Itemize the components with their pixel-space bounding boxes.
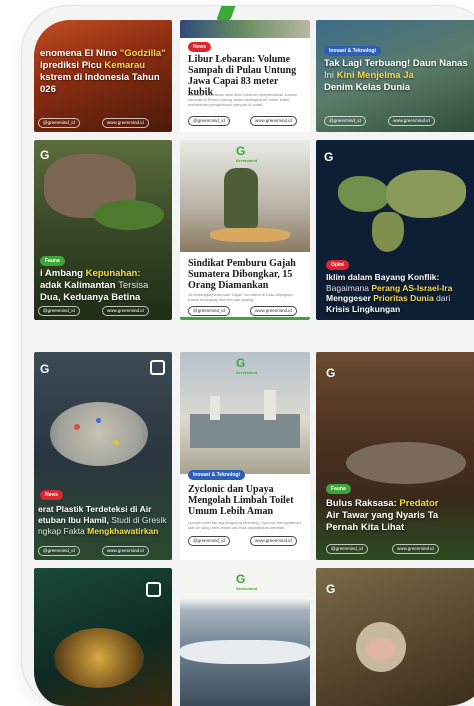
post-description: Lonjakan wisatawan saat libur Lebaran me… <box>188 92 298 107</box>
category-badge: Fauna <box>40 256 65 266</box>
logo-icon: G <box>326 366 336 380</box>
site-pill: www.greenmind.id <box>102 306 149 316</box>
post-tile-badak[interactable]: G Fauna i Ambang Kepunahan: adak Kaliman… <box>34 140 172 320</box>
post-tile-daun-nanas[interactable]: Inovasi & Teknologi Tak Lagi Terbuang! D… <box>316 20 474 132</box>
category-badge: Inovasi & Teknologi <box>188 470 245 480</box>
handle-pill: @greenmind_id <box>188 536 230 546</box>
handle-pill: @greenmind_id <box>188 306 230 316</box>
post-tile-row4-center[interactable]: G Greenmind <box>180 568 310 706</box>
carousel-icon <box>146 582 161 597</box>
post-tile-row4-right[interactable]: G <box>316 568 474 706</box>
site-pill: www.greenmind.id <box>102 118 149 128</box>
post-tile-el-nino[interactable]: enomena El Nino "Godzilla" iprediksi Pic… <box>34 20 172 132</box>
post-title: Sindikat Pemburu Gajah Sumatera Dibongka… <box>188 258 296 291</box>
site-pill: www.greenmind.id <box>388 116 435 126</box>
category-badge: Opini <box>326 260 349 270</box>
post-tile-plastik[interactable]: G News erat Plastik Terdeteksi di Air et… <box>34 352 172 560</box>
accent-mark <box>216 6 238 20</box>
site-pill: www.greenmind.id <box>102 546 149 556</box>
handle-pill: @greenmind_id <box>38 306 80 316</box>
handle-pill: @greenmind_id <box>38 546 80 556</box>
handle-pill: @greenmind_id <box>326 544 368 554</box>
post-title: Bulus Raksasa: Predator Air Tawar yang N… <box>326 498 439 533</box>
site-pill: www.greenmind.id <box>250 536 297 546</box>
category-badge: News <box>40 490 64 500</box>
post-tile-sampah[interactable]: News Libur Lebaran: Volume Sampah di Pul… <box>180 20 310 132</box>
logo-icon: G Greenmind <box>236 356 258 375</box>
post-tile-row4-left[interactable] <box>34 568 172 706</box>
logo-icon: G <box>40 148 50 162</box>
logo-icon: G <box>324 150 334 164</box>
post-title: Zyclonic dan Upaya Mengolah Limbah Toile… <box>188 484 294 517</box>
post-description: 15 tersangka perburuan Gajah Sumatera di… <box>188 292 294 302</box>
category-badge: Fauna <box>326 484 351 494</box>
site-pill: www.greenmind.id <box>392 544 439 554</box>
post-tile-bulus[interactable]: G Fauna Bulus Raksasa: Predator Air Tawa… <box>316 352 474 560</box>
post-tile-iklim-konflik[interactable]: G Opini Iklim dalam Bayang Konflik: Baga… <box>316 140 474 320</box>
logo-icon: G Greenmind <box>236 144 258 163</box>
post-tile-zyclonic[interactable]: G Greenmind Inovasi & Teknologi Zyclonic … <box>180 352 310 560</box>
handle-pill: @greenmind_id <box>324 116 366 126</box>
post-title: Tak Lagi Terbuang! Daun Nanas Ini Kini M… <box>324 58 468 93</box>
carousel-icon <box>150 360 165 375</box>
post-tile-gajah[interactable]: G Greenmind Sindikat Pemburu Gajah Sumate… <box>180 140 310 320</box>
phone-frame: enomena El Nino "Godzilla" iprediksi Pic… <box>22 6 474 706</box>
post-title: i Ambang Kepunahan: adak Kalimantan Ters… <box>40 268 149 303</box>
logo-icon: G <box>40 362 50 376</box>
handle-pill: @greenmind_id <box>38 118 80 128</box>
post-description: Limbah toilet tak lagi langsung terbuang… <box>188 520 301 530</box>
post-grid: enomena El Nino "Godzilla" iprediksi Pic… <box>34 20 474 706</box>
logo-icon: G Greenmind <box>236 572 258 591</box>
post-title: enomena El Nino "Godzilla" iprediksi Pic… <box>40 48 166 95</box>
site-pill: www.greenmind.id <box>250 306 297 316</box>
post-title: erat Plastik Terdeteksi di Air etuban Ib… <box>38 504 167 536</box>
post-title: Iklim dalam Bayang Konflik: Bagaimana Pe… <box>326 272 453 314</box>
logo-icon: G <box>326 582 336 596</box>
category-badge: News <box>188 42 212 52</box>
site-pill: www.greenmind.id <box>250 116 297 126</box>
category-badge: Inovasi & Teknologi <box>324 46 381 56</box>
handle-pill: @greenmind_id <box>188 116 230 126</box>
